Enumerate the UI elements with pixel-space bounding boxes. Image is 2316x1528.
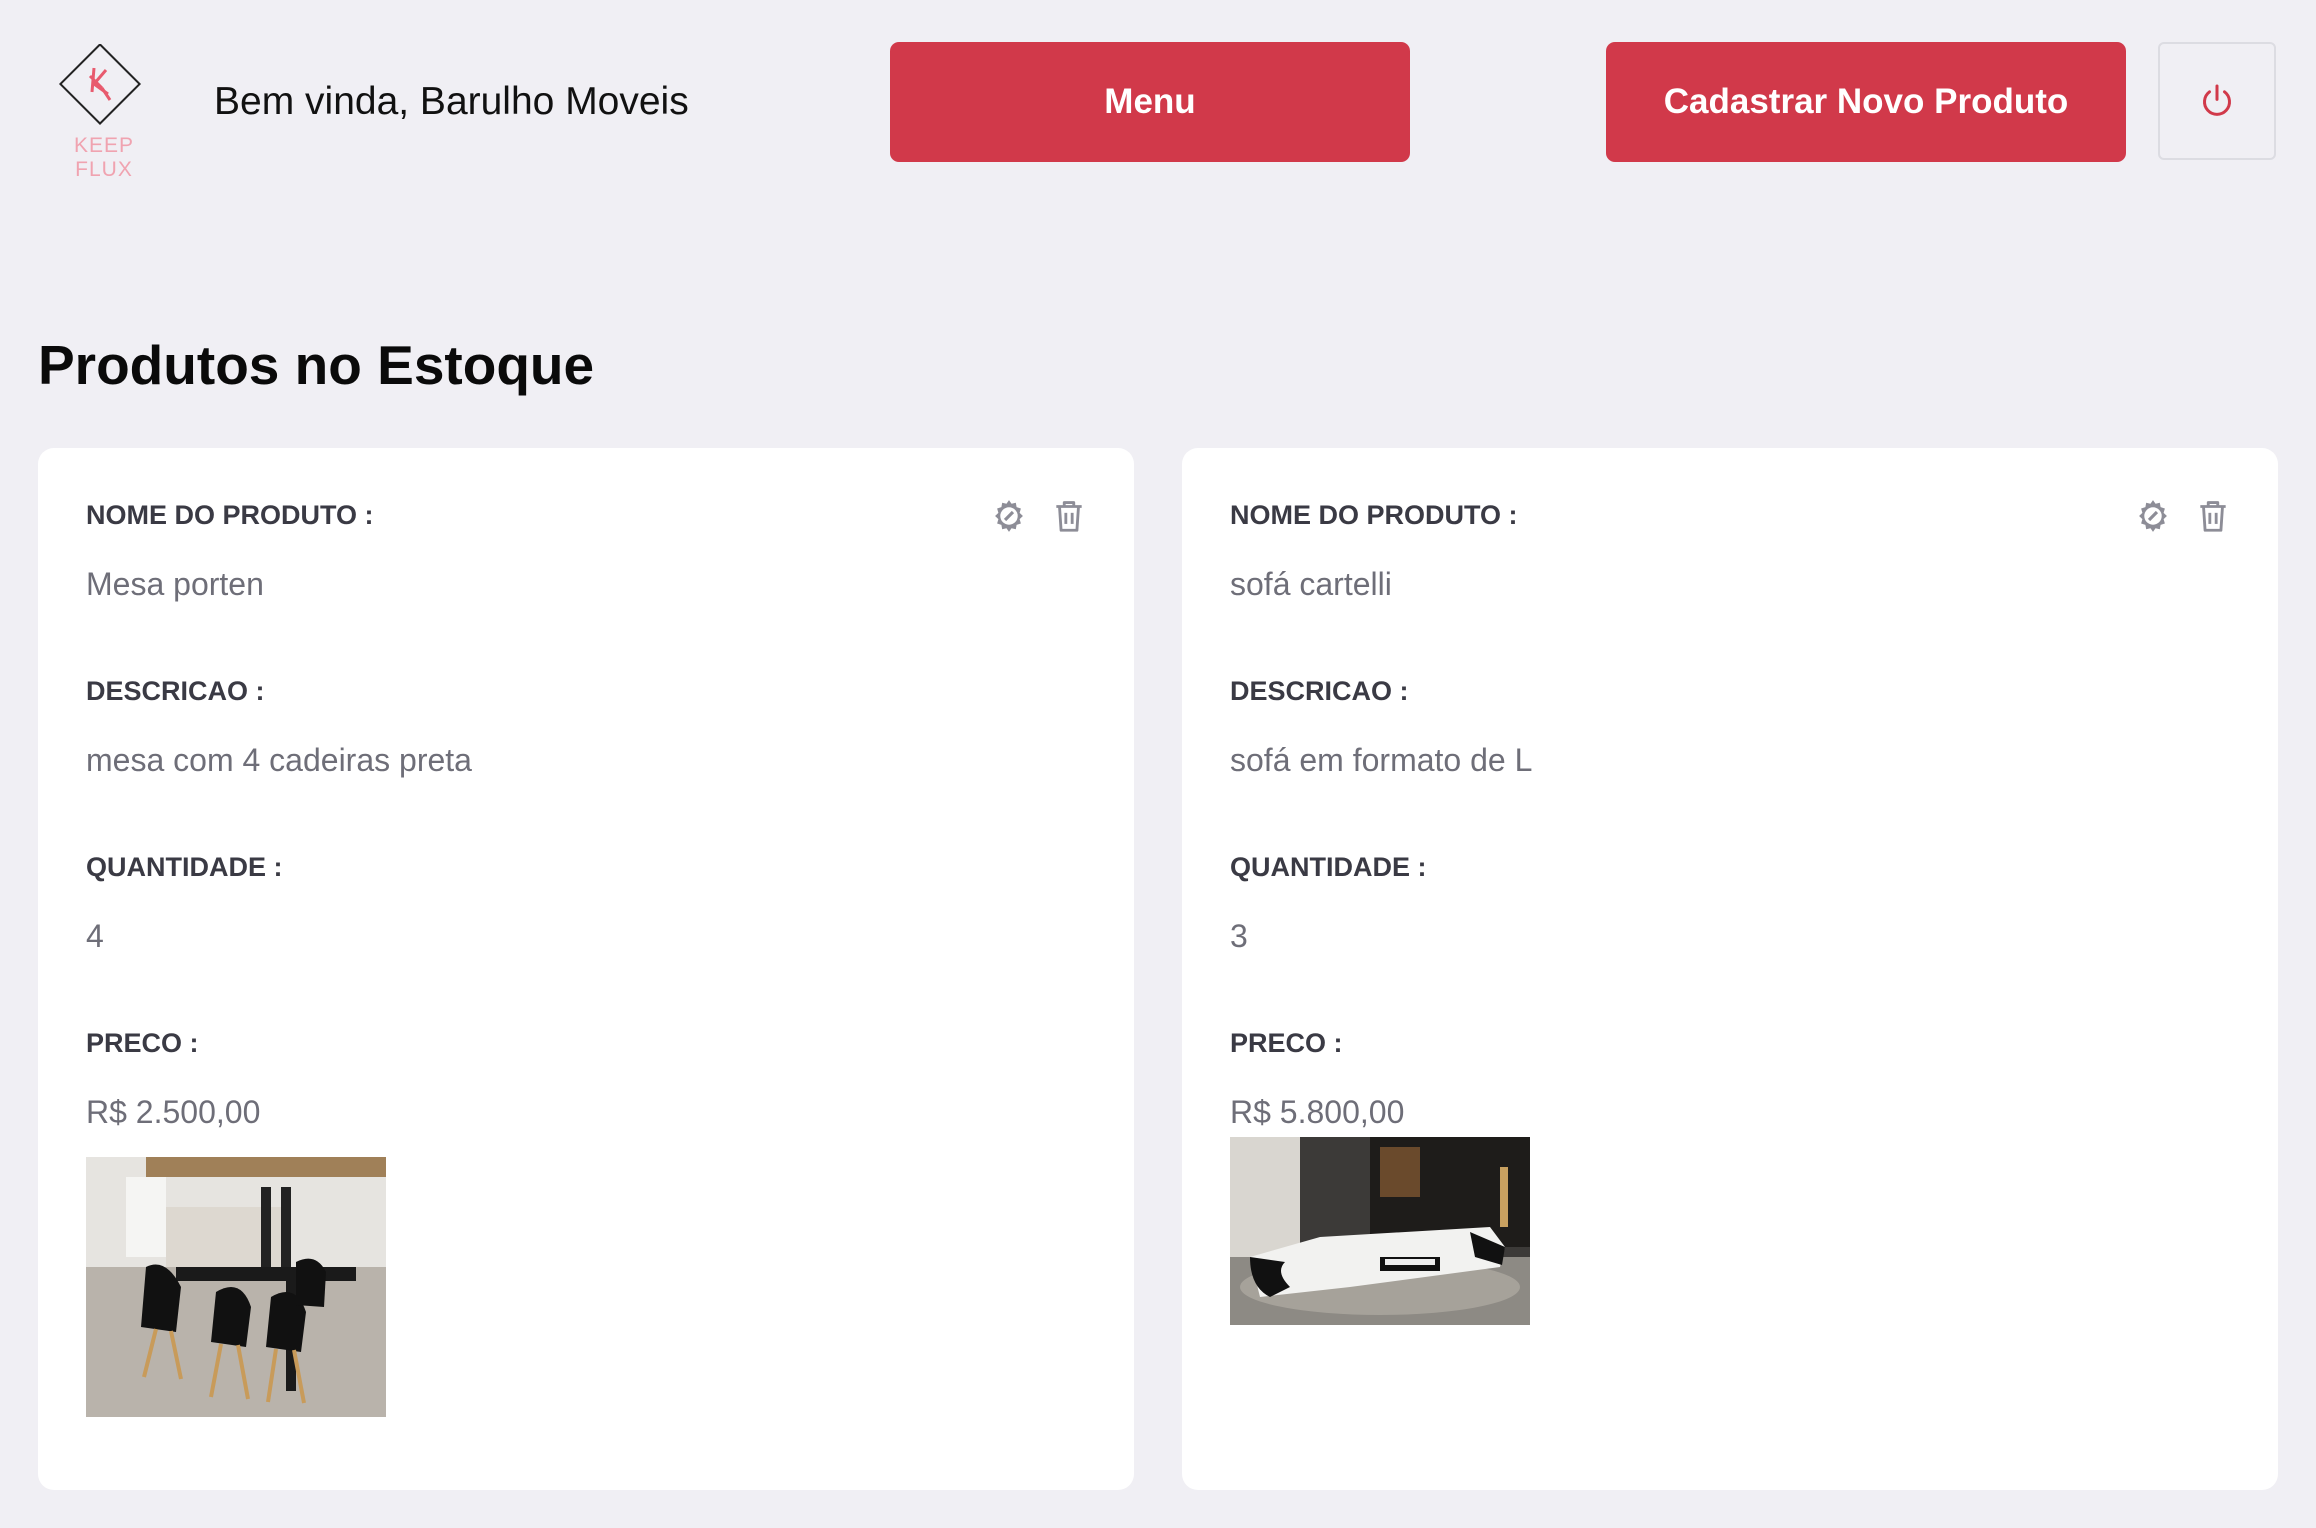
product-quantity: 4 xyxy=(86,918,104,954)
product-price: R$ 5.800,00 xyxy=(1230,1094,1405,1130)
gear-icon[interactable] xyxy=(2134,496,2172,536)
product-description: sofá em formato de L xyxy=(1230,742,1533,778)
product-name: sofá cartelli xyxy=(1230,566,1392,602)
quantity-label: QUANTIDADE : xyxy=(1230,852,1427,882)
menu-button[interactable]: Menu xyxy=(890,42,1410,162)
product-description: mesa com 4 cadeiras preta xyxy=(86,742,472,778)
card-actions xyxy=(990,496,1088,536)
product-image xyxy=(1230,1137,1530,1325)
name-label: NOME DO PRODUTO : xyxy=(1230,500,1518,530)
trash-icon[interactable] xyxy=(1050,496,1088,536)
description-label: DESCRICAO : xyxy=(1230,676,1409,706)
name-label: NOME DO PRODUTO : xyxy=(86,500,374,530)
logo-mark xyxy=(58,44,142,126)
page-title: Produtos no Estoque xyxy=(38,334,595,396)
trash-icon[interactable] xyxy=(2194,496,2232,536)
product-name: Mesa porten xyxy=(86,566,264,602)
product-image xyxy=(86,1157,386,1417)
logo-text: KEEP FLUX xyxy=(73,134,135,181)
product-card: NOME DO PRODUTO : sofá cartelli DESCRICA… xyxy=(1182,448,2278,1490)
logo: KEEP FLUX xyxy=(44,44,164,181)
power-icon xyxy=(2203,84,2231,116)
card-actions xyxy=(2134,496,2232,536)
gear-icon[interactable] xyxy=(990,496,1028,536)
quantity-label: QUANTIDADE : xyxy=(86,852,283,882)
new-product-button[interactable]: Cadastrar Novo Produto xyxy=(1606,42,2126,162)
product-quantity: 3 xyxy=(1230,918,1248,954)
welcome-message: Bem vinda, Barulho Moveis xyxy=(214,80,689,123)
product-card: NOME DO PRODUTO : Mesa porten DESCRICAO … xyxy=(38,448,1134,1490)
price-label: PRECO : xyxy=(1230,1028,1343,1058)
product-price: R$ 2.500,00 xyxy=(86,1094,261,1130)
price-label: PRECO : xyxy=(86,1028,199,1058)
description-label: DESCRICAO : xyxy=(86,676,265,706)
logout-button[interactable] xyxy=(2158,42,2276,160)
